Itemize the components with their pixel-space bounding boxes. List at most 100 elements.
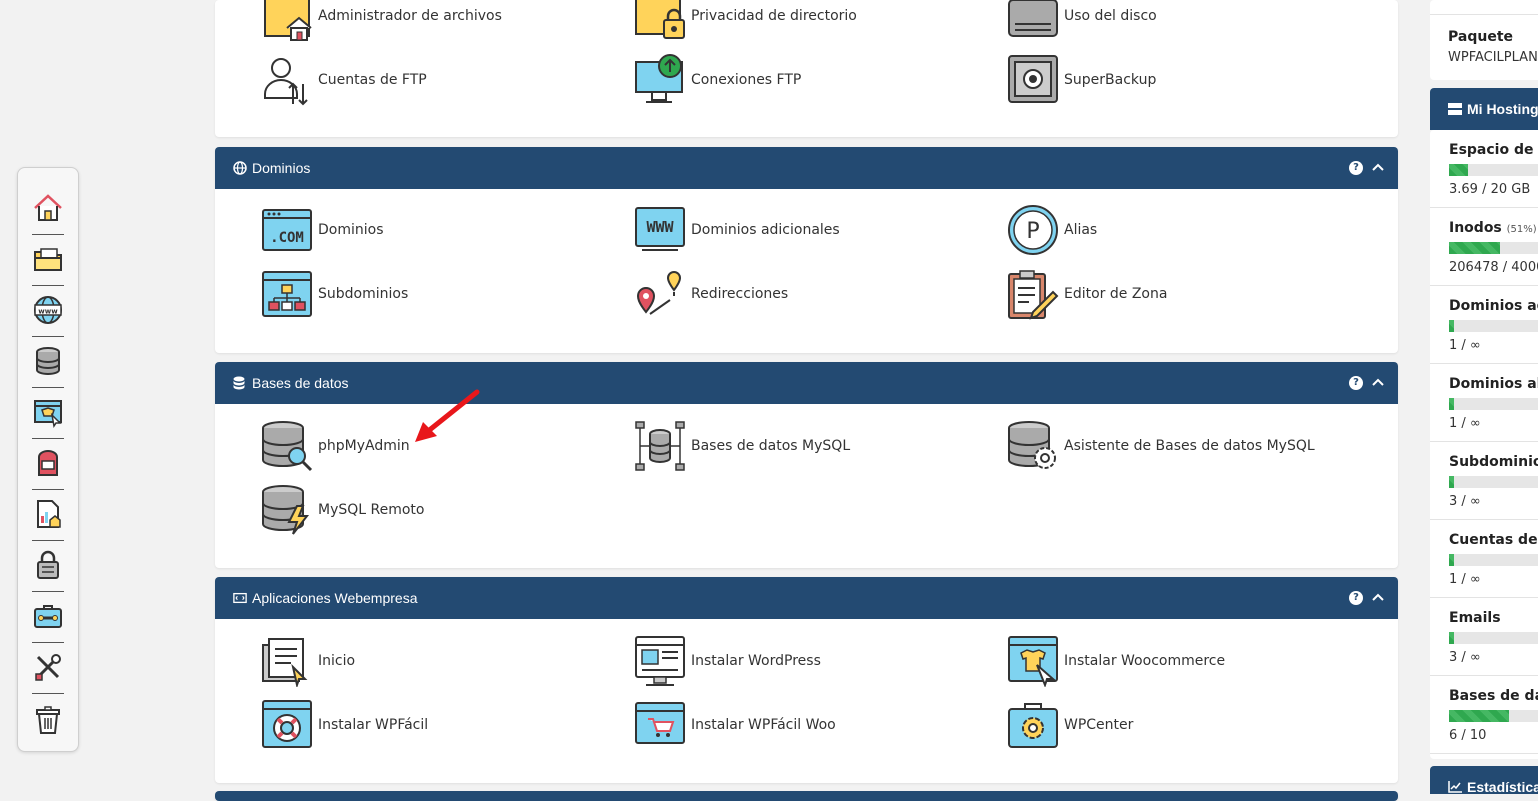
install-woocommerce-link[interactable]: Instalar Woocommerce — [1007, 635, 1225, 687]
usage-stat: Cuentas de FTP 1 / ∞ — [1430, 520, 1538, 598]
hosting-header[interactable]: Mi Hosting — [1430, 88, 1538, 130]
domains-panel-header[interactable]: Dominios ? — [215, 147, 1398, 189]
svg-text:www: www — [38, 308, 58, 316]
document-pointer-icon — [262, 638, 308, 687]
directory-privacy-label: Privacidad de directorio — [691, 8, 857, 24]
phpmyadmin-link[interactable]: phpMyAdmin — [261, 420, 410, 472]
usage-progress-fill — [1449, 554, 1454, 566]
addon-domains-link[interactable]: WWW Dominios adicionales — [634, 204, 840, 256]
analytics-icon[interactable] — [32, 498, 64, 530]
mysql-databases-link[interactable]: Bases de datos MySQL — [634, 420, 850, 472]
trash-icon[interactable] — [32, 704, 64, 736]
lock-icon[interactable] — [32, 549, 64, 581]
www-globe-icon[interactable]: www — [32, 294, 64, 326]
svg-text:WWW: WWW — [646, 218, 674, 236]
usage-progress-bar — [1449, 320, 1538, 332]
mysql-wizard-link[interactable]: Asistente de Bases de datos MySQL — [1007, 420, 1315, 472]
database-small-icon — [233, 376, 247, 390]
usage-progress-bar — [1449, 242, 1538, 254]
usage-stat-value: 1 / ∞ — [1449, 338, 1481, 353]
usage-stat: Inodos (51%) 206478 / 400000 — [1430, 208, 1538, 286]
subdomains-label: Subdominios — [318, 286, 409, 302]
home-app-link[interactable]: Inicio — [261, 635, 355, 687]
clipboard-edit-icon — [1008, 270, 1059, 320]
directory-privacy-link[interactable]: Privacidad de directorio — [634, 0, 857, 42]
zone-editor-label: Editor de Zona — [1064, 286, 1168, 302]
chevron-up-icon[interactable] — [1372, 592, 1384, 602]
usage-progress-fill — [1449, 476, 1454, 488]
disk-usage-icon — [1008, 0, 1058, 37]
databases-panel-header[interactable]: Bases de datos ? — [215, 362, 1398, 404]
shop-shirt-icon — [1008, 636, 1058, 687]
file-manager-link[interactable]: Administrador de archivos — [261, 0, 502, 42]
right-sidebar: Paquete WPFACILPLAN Mi Hosting Espacio d… — [1430, 0, 1538, 794]
usage-stat-value: 1 / ∞ — [1449, 416, 1481, 431]
install-wordpress-label: Instalar WordPress — [691, 653, 821, 669]
ftp-accounts-link[interactable]: Cuentas de FTP — [261, 54, 427, 106]
package-value: WPFACILPLAN — [1448, 50, 1538, 65]
usage-stat-value: 206478 / 400000 — [1449, 260, 1538, 275]
ftp-accounts-icon — [264, 58, 308, 106]
ftp-connections-link[interactable]: Conexiones FTP — [634, 54, 801, 106]
usage-progress-fill — [1449, 242, 1500, 254]
lifebuoy-window-icon — [262, 700, 312, 748]
toolbox-gear-icon — [1008, 703, 1058, 748]
folder-icon[interactable] — [32, 243, 64, 275]
databases-panel: Bases de datos ? phpMyAdmin Bases de dat… — [215, 362, 1398, 568]
usage-progress-fill — [1449, 632, 1454, 644]
cart-window-icon — [635, 702, 685, 744]
usage-stat-value: 3 / ∞ — [1449, 494, 1481, 509]
domains-label: Dominios — [318, 222, 384, 238]
help-icon[interactable]: ? — [1349, 591, 1363, 605]
usage-progress-bar — [1449, 398, 1538, 410]
files-panel: Administrador de archivos Privacidad de … — [215, 0, 1398, 137]
remote-mysql-link[interactable]: MySQL Remoto — [261, 484, 425, 536]
hosting-stats: Espacio de disco 3.69 / 20 GBInodos (51%… — [1430, 130, 1538, 759]
addon-domains-label: Dominios adicionales — [691, 222, 840, 238]
chevron-up-icon[interactable] — [1372, 162, 1384, 172]
apps-panel: Aplicaciones Webempresa ? Inicio Instala… — [215, 577, 1398, 783]
file-manager-label: Administrador de archivos — [318, 8, 502, 24]
zone-editor-link[interactable]: Editor de Zona — [1007, 268, 1167, 320]
usage-progress-fill — [1449, 710, 1509, 722]
usage-stat-label: Bases de datos — [1449, 688, 1538, 704]
help-icon[interactable]: ? — [1349, 161, 1363, 175]
wpcenter-link[interactable]: WPCenter — [1007, 699, 1133, 751]
code-window-icon — [233, 591, 247, 605]
domains-link[interactable]: .COM Dominios — [261, 204, 384, 256]
stats-title: Estadísticas — [1467, 779, 1538, 794]
directory-privacy-icon — [635, 0, 685, 39]
database-network-icon — [635, 421, 685, 471]
phpmyadmin-label: phpMyAdmin — [318, 438, 410, 454]
toolbox-icon[interactable] — [32, 600, 64, 632]
svg-text:P: P — [1026, 219, 1039, 244]
install-wpfacil-woo-link[interactable]: Instalar WPFácil Woo — [634, 699, 836, 751]
database-bolt-icon — [262, 485, 310, 535]
tools-icon[interactable] — [32, 651, 64, 683]
apps-panel-header[interactable]: Aplicaciones Webempresa ? — [215, 577, 1398, 619]
subdomains-link[interactable]: Subdominios — [261, 268, 408, 320]
redirects-link[interactable]: Redirecciones — [634, 268, 788, 320]
stats-header[interactable]: Estadísticas — [1430, 766, 1538, 794]
website-builder-icon[interactable] — [32, 396, 64, 428]
databases-panel-title: Bases de datos — [252, 375, 349, 391]
usage-stat: Emails 3 / ∞ — [1430, 598, 1538, 676]
package-label: Paquete — [1448, 29, 1514, 45]
install-wpfacil-woo-label: Instalar WPFácil Woo — [691, 717, 836, 733]
browser-layout-icon — [635, 636, 685, 686]
chevron-up-icon[interactable] — [1372, 377, 1384, 387]
usage-stat-label: Subdominios — [1449, 454, 1538, 470]
help-icon[interactable]: ? — [1349, 376, 1363, 390]
install-wordpress-link[interactable]: Instalar WordPress — [634, 635, 821, 687]
alias-p-icon: P — [1008, 205, 1058, 255]
database-icon[interactable] — [32, 345, 64, 377]
aliases-link[interactable]: P Alias — [1007, 204, 1097, 256]
install-wpfacil-link[interactable]: Instalar WPFácil — [261, 699, 428, 751]
usage-stat-label: Dominios alias — [1449, 376, 1538, 392]
database-gear-icon — [1008, 421, 1056, 469]
quick-access-dock: www — [17, 167, 79, 752]
mailbox-icon[interactable] — [32, 447, 64, 479]
home-icon[interactable] — [32, 192, 64, 224]
superbackup-link[interactable]: SuperBackup — [1007, 54, 1156, 106]
disk-usage-link[interactable]: Uso del disco — [1007, 0, 1157, 42]
